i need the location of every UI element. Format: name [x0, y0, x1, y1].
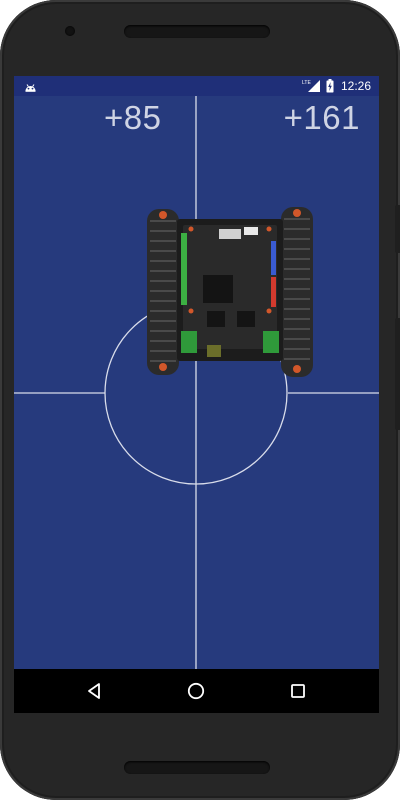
- right-motor-value: +161: [283, 99, 360, 136]
- lte-label: LTE: [302, 80, 311, 86]
- recents-button[interactable]: [287, 680, 309, 702]
- navigation-bar: [14, 669, 379, 713]
- phone-frame: LTE 12:26 +85 +161: [0, 0, 400, 800]
- back-triangle-icon: [88, 683, 100, 699]
- android-icon: [25, 84, 36, 92]
- status-bar: LTE 12:26: [14, 76, 379, 96]
- joystick-grid[interactable]: [14, 96, 379, 669]
- cell-signal-icon: LTE: [302, 80, 320, 92]
- back-button[interactable]: [83, 680, 105, 702]
- recents-square-icon: [291, 684, 305, 698]
- bottom-speaker-grille: [124, 761, 270, 774]
- power-button: [395, 205, 400, 253]
- top-speaker-grille: [124, 25, 270, 38]
- status-indicators: LTE 12:26: [302, 78, 371, 94]
- screen: LTE 12:26 +85 +161: [14, 76, 379, 713]
- front-camera: [65, 26, 75, 36]
- joystick-area[interactable]: +85 +161: [14, 96, 379, 669]
- robot-image[interactable]: [147, 207, 313, 377]
- volume-rocker: [395, 318, 400, 430]
- home-button[interactable]: [185, 680, 207, 702]
- home-circle-icon: [187, 682, 205, 700]
- battery-charging-icon: [326, 79, 334, 93]
- left-motor-value: +85: [104, 99, 162, 136]
- status-time: 12:26: [340, 79, 371, 93]
